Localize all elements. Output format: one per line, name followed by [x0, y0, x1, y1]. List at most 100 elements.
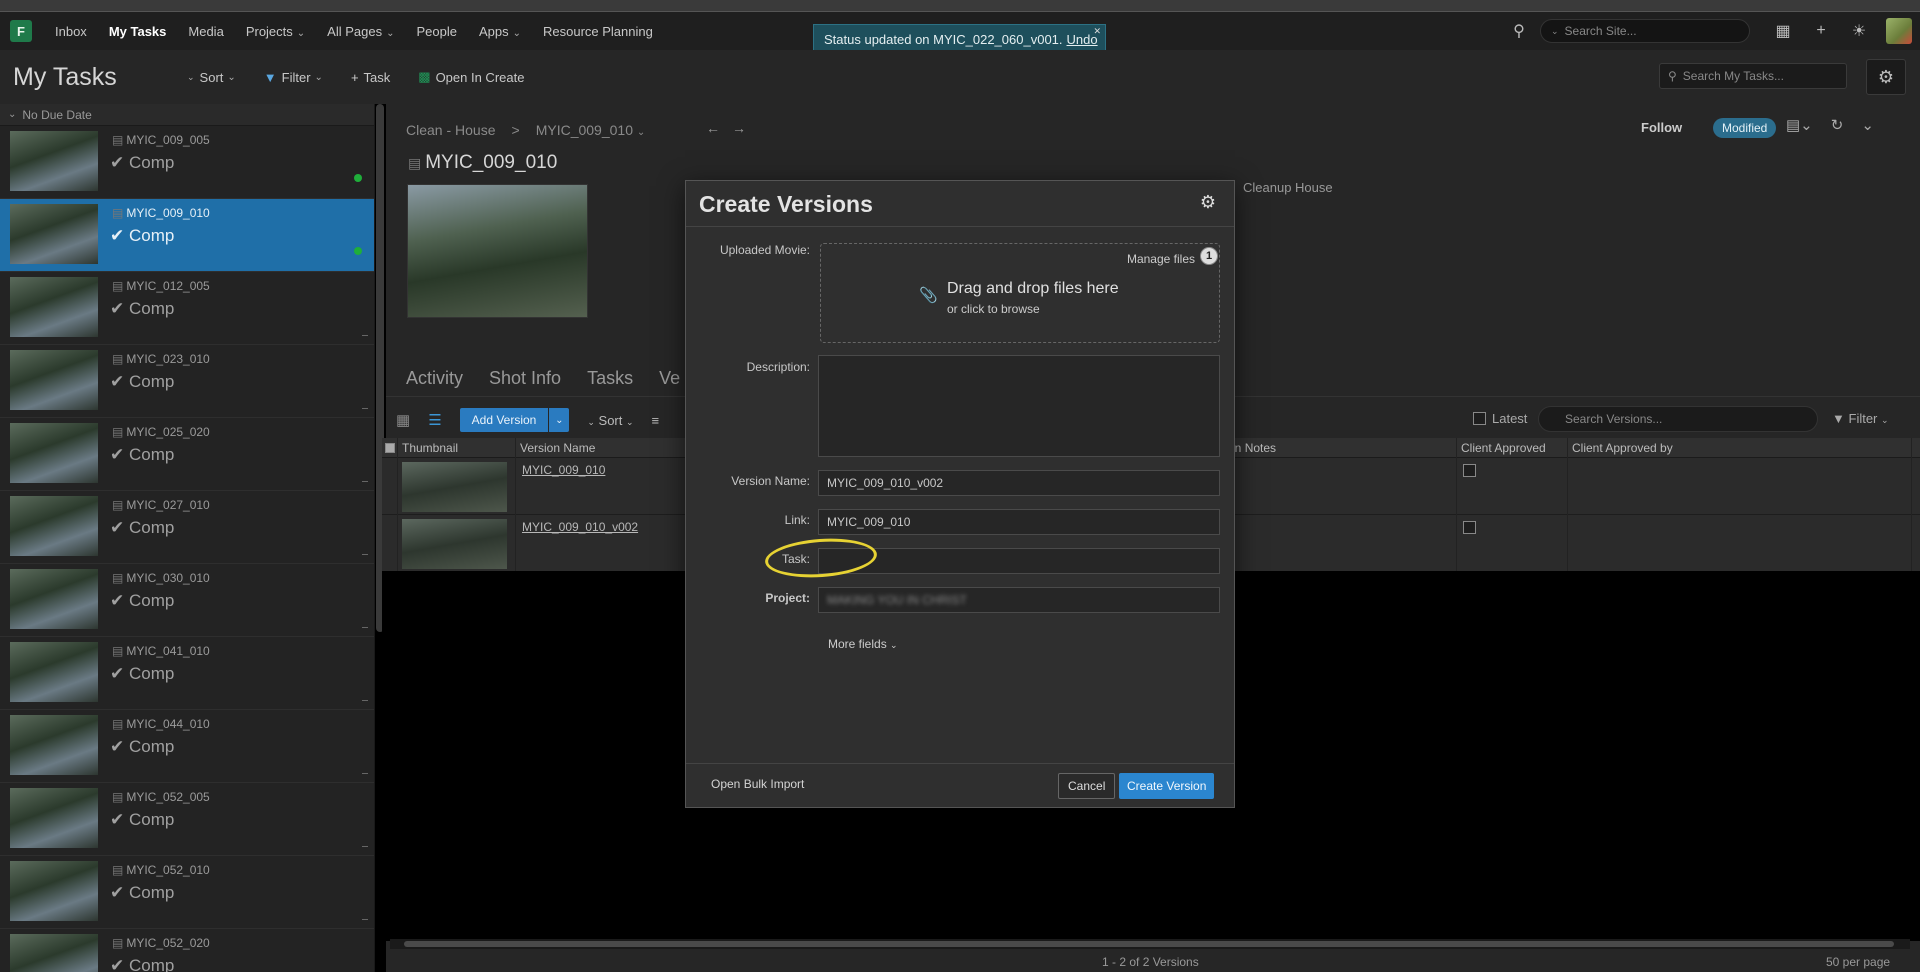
tab-shot-info[interactable]: Shot Info	[489, 368, 561, 389]
task-field[interactable]	[818, 548, 1220, 574]
task-row[interactable]: ▤ MYIC_041_010 ✔ Comp	[0, 637, 374, 710]
columns-icon[interactable]: ≡	[652, 413, 660, 428]
task-row[interactable]: ▤ MYIC_009_005 ✔ Comp	[0, 126, 374, 199]
follow-button[interactable]: Follow	[1641, 120, 1682, 135]
nav-item-inbox[interactable]: Inbox	[44, 24, 98, 39]
notifications-icon[interactable]: ▦	[1770, 18, 1796, 44]
file-dropzone[interactable]: Manage files 1 📎 Drag and drop files her…	[820, 243, 1220, 343]
breadcrumb-shot[interactable]: MYIC_009_010 ⌄	[536, 122, 646, 138]
versions-sort-button[interactable]: ⌄ Sort ⌄	[587, 413, 633, 428]
versions-search-input[interactable]: Search Versions...	[1538, 406, 1818, 432]
task-step-label: Comp	[128, 299, 175, 318]
grid-view-icon[interactable]: ▦	[396, 411, 410, 429]
add-icon[interactable]: +	[1808, 18, 1834, 44]
task-row[interactable]: ▤ MYIC_012_005 ✔ Comp	[0, 272, 374, 345]
version-thumbnail[interactable]	[402, 519, 507, 569]
tab-tasks[interactable]: Tasks	[587, 368, 633, 389]
task-step: ✔ Comp	[110, 226, 175, 245]
open-bulk-import-link[interactable]: Open Bulk Import	[711, 777, 804, 791]
cancel-button[interactable]: Cancel	[1058, 773, 1116, 799]
shot-thumbnail[interactable]	[407, 184, 588, 318]
column-client-approved-by[interactable]: Client Approved by	[1568, 437, 1912, 458]
user-avatar[interactable]	[1886, 18, 1912, 44]
task-row[interactable]: ▤ MYIC_027_010 ✔ Comp	[0, 491, 374, 564]
film-icon: ▤	[112, 498, 124, 512]
grid-horizontal-scrollbar[interactable]	[390, 939, 1910, 949]
version-thumbnail[interactable]	[402, 462, 507, 512]
client-approved-checkbox[interactable]	[1463, 521, 1476, 534]
more-fields-toggle[interactable]: More fields ⌄	[828, 637, 898, 651]
latest-toggle[interactable]: Latest	[1473, 411, 1527, 426]
scrollbar-thumb[interactable]	[404, 941, 1894, 947]
project-field[interactable]: MAKING YOU IN CHRIST	[818, 587, 1220, 613]
status-dash	[362, 846, 368, 847]
nav-item-my-tasks[interactable]: My Tasks	[98, 24, 178, 39]
list-view-icon[interactable]: ☰	[428, 411, 441, 429]
version-name-link[interactable]: MYIC_009_010_v002	[522, 520, 638, 534]
breadcrumb-project[interactable]: Clean - House	[406, 122, 496, 138]
row-select-cell[interactable]	[382, 515, 398, 572]
version-name-field[interactable]: MYIC_009_010_v002	[818, 470, 1220, 496]
nav-item-media[interactable]: Media	[177, 24, 234, 39]
versions-search-placeholder: Search Versions...	[1565, 412, 1663, 426]
task-row[interactable]: ▤ MYIC_009_010 ✔ Comp	[0, 199, 374, 272]
my-tasks-search-input[interactable]: ⚲ Search My Tasks...	[1659, 63, 1847, 89]
nav-item-projects[interactable]: Projects ⌄	[235, 24, 316, 39]
theme-sun-icon[interactable]: ☀	[1846, 18, 1872, 44]
arrow-right-icon[interactable]: →	[732, 120, 758, 136]
versions-filter-button[interactable]: ▼ Filter ⌄	[1832, 411, 1889, 426]
task-row[interactable]: ▤ MYIC_044_010 ✔ Comp	[0, 710, 374, 783]
version-name-link[interactable]: MYIC_009_010	[522, 463, 605, 477]
row-select-cell[interactable]	[382, 458, 398, 515]
due-date-group-header[interactable]: ⌄ No Due Date	[0, 104, 374, 126]
column-client-approved[interactable]: Client Approved	[1457, 437, 1568, 458]
nav-item-all-pages[interactable]: All Pages ⌄	[316, 24, 405, 39]
task-row[interactable]: ▤ MYIC_052_010 ✔ Comp	[0, 856, 374, 929]
search-icon[interactable]: ⚲	[1506, 18, 1532, 44]
add-version-button[interactable]: Add Version	[459, 408, 549, 432]
create-version-button[interactable]: Create Version	[1119, 773, 1215, 799]
sort-button[interactable]: ⌄ Sort ⌄	[187, 70, 236, 85]
task-row[interactable]: ▤ MYIC_052_005 ✔ Comp	[0, 783, 374, 856]
app-logo[interactable]: F	[10, 20, 32, 42]
nav-item-resource-planning[interactable]: Resource Planning	[532, 24, 664, 39]
plus-icon: +	[350, 69, 359, 85]
filter-button[interactable]: ▼ Filter ⌄	[264, 70, 323, 85]
description-textarea[interactable]	[818, 355, 1220, 457]
chevron-down-icon: ⌄	[314, 71, 323, 83]
latest-checkbox[interactable]	[1473, 412, 1486, 425]
tab-activity[interactable]: Activity	[406, 368, 463, 389]
versions-sort-label: Sort	[598, 412, 623, 428]
breadcrumb-separator: >	[511, 122, 520, 138]
status-badge[interactable]: Modified	[1713, 118, 1777, 138]
chevron-down-icon[interactable]: ⌄	[1861, 116, 1874, 134]
client-approved-checkbox[interactable]	[1463, 464, 1476, 477]
add-task-label: Task	[363, 69, 391, 85]
nav-item-apps[interactable]: Apps ⌄	[468, 24, 532, 39]
arrow-left-icon[interactable]: ←	[706, 120, 732, 136]
nav-item-people[interactable]: People	[405, 24, 467, 39]
site-search-input[interactable]: ⌄ Search Site...	[1540, 19, 1750, 43]
add-task-button[interactable]: + Task	[351, 70, 390, 85]
task-row[interactable]: ▤ MYIC_030_010 ✔ Comp	[0, 564, 374, 637]
task-rows: ▤ MYIC_009_005 ✔ Comp ▤ MYIC_009_010 ✔ Comp ▤ M…	[0, 126, 374, 972]
chevron-down-icon: ⌄	[1881, 415, 1889, 425]
document-icon[interactable]: ▤⌄	[1786, 116, 1813, 134]
task-row[interactable]: ▤ MYIC_025_020 ✔ Comp	[0, 418, 374, 491]
task-row[interactable]: ▤ MYIC_052_020 ✔ Comp	[0, 929, 374, 972]
refresh-icon[interactable]: ↻	[1831, 116, 1844, 134]
column-open-notes[interactable]: Open Notes	[1208, 437, 1457, 458]
manage-files-link[interactable]: Manage files	[1127, 252, 1195, 266]
column-thumbnail[interactable]: Thumbnail	[398, 437, 516, 458]
task-row[interactable]: ▤ MYIC_023_010 ✔ Comp	[0, 345, 374, 418]
per-page-select[interactable]: 50 per page	[1826, 955, 1890, 969]
gear-icon[interactable]: ⚙	[1200, 192, 1216, 213]
close-icon[interactable]: ✕	[1093, 26, 1101, 37]
link-field[interactable]: MYIC_009_010	[818, 509, 1220, 535]
settings-gear-icon[interactable]: ⚙	[1866, 59, 1906, 95]
tab-ve[interactable]: Ve	[659, 368, 680, 389]
open-in-create-button[interactable]: ▩ Open In Create	[418, 69, 524, 85]
add-version-dropdown[interactable]: ⌄	[549, 408, 570, 432]
link-label: Link:	[784, 513, 810, 527]
select-all-checkbox[interactable]	[382, 437, 398, 458]
